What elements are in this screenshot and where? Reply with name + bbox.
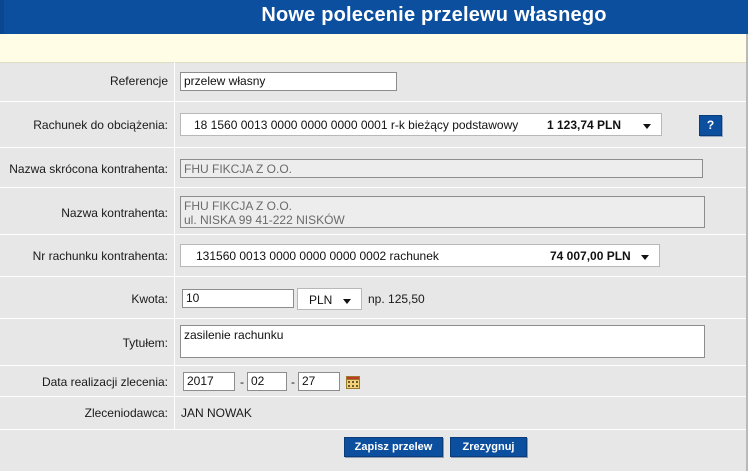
short-name-field: FHU FIKCJA Z O.O. — [180, 159, 703, 178]
reference-label: Referencje — [109, 74, 168, 88]
debit-account-label: Rachunek do obciążenia: — [33, 118, 168, 132]
contractor-account-label: Nr rachunku kontrahenta: — [32, 249, 168, 263]
date-label: Data realizacji zlecenia: — [41, 375, 168, 389]
caret-down-icon — [643, 124, 651, 129]
row-title: Tytułem: zasilenie rachunku — [0, 319, 746, 366]
date-separator: - — [291, 375, 295, 389]
date-month-input[interactable]: 02 — [247, 372, 287, 391]
page-title: Nowe polecenie przelewu własnego — [261, 4, 607, 26]
orderer-value: JAN NOWAK — [181, 406, 252, 420]
contractor-name-label: Nazwa kontrahenta: — [61, 206, 168, 220]
date-separator: - — [240, 375, 244, 389]
short-name-label: Nazwa skrócona kontrahenta: — [9, 162, 168, 176]
row-amount: Kwota: 10 PLN np. 125,50 — [0, 277, 746, 319]
contractor-address-line: ul. NISKA 99 41-222 NISKÓW — [184, 213, 345, 227]
debit-account-number: 18 1560 0013 0000 0000 0000 0001 r-k bie… — [194, 118, 519, 132]
orderer-label: Zleceniodawca: — [84, 406, 168, 420]
row-contractor-account: Nr rachunku kontrahenta: 131560 0013 000… — [0, 235, 746, 277]
date-year-input[interactable]: 2017 — [183, 372, 235, 391]
row-orderer: Zleceniodawca: JAN NOWAK — [0, 397, 746, 430]
contractor-account-select[interactable]: 131560 0013 0000 0000 0000 0002 rachunek… — [180, 244, 660, 267]
row-contractor-name: Nazwa kontrahenta: FHU FIKCJA Z O.O. ul.… — [0, 188, 746, 235]
date-day-input[interactable]: 27 — [298, 372, 340, 391]
row-reference: Referencje przelew własny — [0, 62, 746, 102]
notice-bar — [0, 34, 748, 63]
contractor-account-number: 131560 0013 0000 0000 0000 0002 rachunek — [196, 249, 439, 263]
column-divider — [174, 62, 175, 430]
row-short-name: Nazwa skrócona kontrahenta: FHU FIKCJA Z… — [0, 148, 746, 188]
contractor-account-balance: 74 007,00 PLN — [550, 249, 631, 263]
help-button[interactable]: ? — [699, 115, 722, 136]
calendar-icon[interactable] — [346, 376, 360, 389]
debit-account-balance: 1 123,74 PLN — [547, 118, 622, 132]
caret-down-icon — [641, 255, 649, 260]
title-label: Tytułem: — [122, 336, 168, 350]
title-textarea[interactable]: zasilenie rachunku — [180, 325, 705, 358]
save-transfer-button[interactable]: Zapisz przelew — [344, 437, 443, 457]
reference-input[interactable]: przelew własny — [180, 72, 397, 91]
amount-hint: np. 125,50 — [368, 292, 425, 306]
amount-label: Kwota: — [131, 292, 168, 306]
caret-down-icon — [343, 299, 351, 304]
debit-account-select[interactable]: 18 1560 0013 0000 0000 0000 0001 r-k bie… — [180, 113, 662, 136]
row-date: Data realizacji zlecenia: 2017 - 02 - 27 — [0, 366, 746, 397]
currency-select[interactable]: PLN — [297, 288, 362, 310]
cancel-button[interactable]: Zrezygnuj — [450, 437, 527, 457]
currency-value: PLN — [309, 293, 333, 307]
amount-input[interactable]: 10 — [182, 289, 294, 308]
contractor-name-field: FHU FIKCJA Z O.O. ul. NISKA 99 41-222 NI… — [180, 196, 705, 228]
page-header: Nowe polecenie przelewu własnego — [0, 0, 748, 34]
row-debit-account: Rachunek do obciążenia: 18 1560 0013 000… — [0, 102, 746, 148]
contractor-name-line1: FHU FIKCJA Z O.O. — [184, 199, 293, 213]
